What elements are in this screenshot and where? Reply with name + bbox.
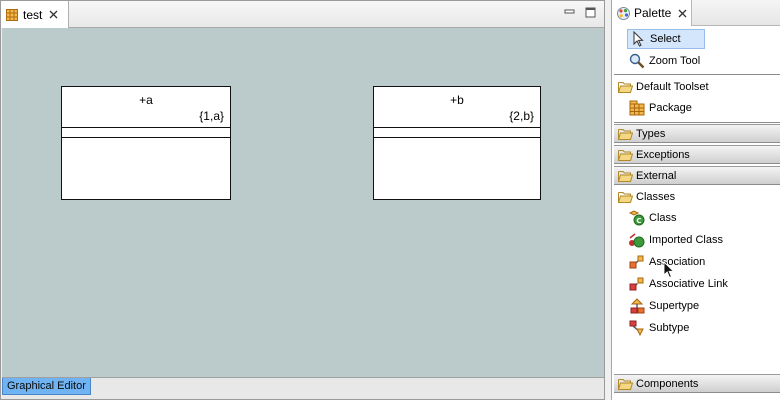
palette-item-label: Associative Link (649, 278, 728, 290)
palette-separator (614, 122, 780, 123)
palette-item-label: Subtype (649, 322, 690, 334)
folder-icon (618, 378, 633, 390)
palette-tool-imported-class[interactable]: Imported Class (627, 230, 723, 250)
class-icon: C (629, 210, 645, 226)
arrow-cursor-icon (633, 31, 644, 47)
drawer-classes[interactable]: Classes (614, 187, 780, 206)
palette-item-label: Imported Class (649, 234, 723, 246)
association-icon (629, 255, 644, 269)
maximize-icon[interactable] (585, 7, 596, 18)
open-folder-icon (618, 191, 633, 203)
editor-bottom-tabbar: Graphical Editor (2, 377, 604, 399)
operation-compartment-divider (62, 137, 230, 138)
minimize-icon[interactable] (564, 7, 575, 18)
folder-icon (618, 170, 633, 182)
palette-tool-select[interactable]: Select (627, 29, 705, 49)
drawer-types[interactable]: Types (614, 124, 780, 143)
class-key-label: {2,b} (509, 109, 534, 123)
class-key-label: {1,a} (199, 109, 224, 123)
close-icon[interactable] (49, 10, 58, 19)
uml-class-box-b[interactable]: +b {2,b} (373, 86, 541, 200)
palette-tool-supertype[interactable]: Supertype (627, 296, 699, 316)
attribute-compartment-divider (62, 127, 230, 128)
open-folder-icon (618, 81, 633, 93)
palette-item-label: Class (649, 212, 677, 224)
drawer-label: Exceptions (636, 148, 690, 161)
drawer-exceptions[interactable]: Exceptions (614, 145, 780, 164)
palette-tool-zoom[interactable]: Zoom Tool (627, 51, 700, 71)
tab-graphical-editor[interactable]: Graphical Editor (2, 378, 91, 395)
subtype-icon (629, 320, 644, 336)
palette-body: Select Zoom Tool Default Toolset Package… (612, 26, 780, 400)
palette-tool-associative-link[interactable]: Associative Link (627, 274, 728, 294)
drawer-label: Types (636, 127, 666, 140)
palette-tool-class[interactable]: C Class (627, 208, 677, 228)
zoom-icon (629, 53, 645, 69)
drawer-label: Classes (636, 190, 676, 203)
uml-class-box-a[interactable]: +a {1,a} (61, 86, 231, 200)
palette-item-label: Zoom Tool (649, 55, 701, 67)
drawer-label: Components (636, 377, 699, 390)
palette-item-label: Package (649, 102, 692, 114)
graphical-editor-view: test +a {1,a} +b {2,b} Graphical Editor (0, 0, 605, 400)
grid-diagram-icon (6, 8, 18, 21)
drawer-default-toolset[interactable]: Default Toolset (614, 77, 780, 96)
operation-compartment-divider (374, 137, 540, 138)
drawer-label: External (636, 169, 677, 182)
palette-item-label: Select (650, 33, 681, 45)
close-icon[interactable] (678, 9, 687, 18)
palette-tool-package[interactable]: Package (627, 98, 692, 118)
mouse-pointer-icon (663, 261, 675, 279)
supertype-icon (630, 298, 645, 314)
attribute-compartment-divider (374, 127, 540, 128)
editor-tabbar: test (1, 1, 604, 28)
palette-view: Palette Select Zoom Tool Default Toolset… (611, 0, 780, 400)
palette-item-label: Association (649, 256, 706, 268)
editor-tab-test[interactable]: test (1, 1, 69, 28)
folder-icon (618, 128, 633, 140)
imported-class-icon (629, 233, 645, 248)
class-name: +a (139, 93, 153, 107)
diagram-canvas[interactable]: +a {1,a} +b {2,b} (2, 28, 604, 377)
palette-item-label: Supertype (649, 300, 700, 312)
svg-text:C: C (636, 217, 641, 225)
associative-link-icon (629, 277, 644, 291)
drawer-components[interactable]: Components (614, 374, 780, 393)
palette-tab-label: Palette (634, 6, 672, 20)
drawer-external[interactable]: External (614, 166, 780, 185)
palette-tool-subtype[interactable]: Subtype (627, 318, 689, 338)
window-controls (564, 7, 596, 18)
palette-separator (614, 74, 780, 75)
editor-tab-label: test (23, 7, 43, 22)
drawer-label: Default Toolset (636, 80, 709, 93)
package-icon (629, 100, 645, 116)
class-name: +b (450, 93, 464, 107)
palette-tabbar: Palette (612, 0, 780, 26)
palette-icon (617, 6, 630, 20)
palette-tab[interactable]: Palette (612, 0, 692, 26)
folder-icon (618, 149, 633, 161)
